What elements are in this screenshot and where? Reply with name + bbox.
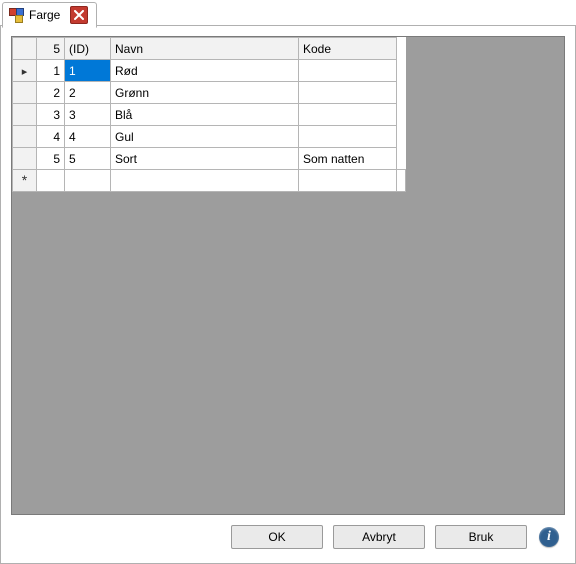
column-header-navn[interactable]: Navn [111,38,299,60]
cell-empty[interactable] [111,170,299,192]
cell-navn[interactable]: Blå [111,104,299,126]
cell-id[interactable]: 5 [65,148,111,170]
row-header-new[interactable] [13,170,37,192]
cell-index[interactable]: 4 [37,126,65,148]
column-header-kode[interactable]: Kode [299,38,397,60]
column-header-count[interactable]: 5 [37,38,65,60]
column-header-id[interactable]: (ID) [65,38,111,60]
cell-id[interactable]: 2 [65,82,111,104]
tab-farge[interactable]: Farge [2,2,97,28]
data-grid[interactable]: 5 (ID) Navn Kode 11Rød22Grønn33Blå44Gul5… [11,36,565,515]
form-icon [9,8,23,22]
info-icon[interactable]: i [539,527,559,547]
table-row[interactable]: 33Blå [13,104,406,126]
cell-id[interactable]: 1 [65,60,111,82]
row-header-corner[interactable] [13,38,37,60]
cell-empty[interactable] [37,170,65,192]
cell-navn[interactable]: Grønn [111,82,299,104]
tab-strip: Farge [0,0,576,26]
cell-index[interactable]: 1 [37,60,65,82]
row-header[interactable] [13,82,37,104]
row-header[interactable] [13,60,37,82]
cell-navn[interactable]: Gul [111,126,299,148]
cell-empty[interactable] [299,170,397,192]
cell-empty[interactable] [65,170,111,192]
header-row: 5 (ID) Navn Kode [13,38,406,60]
data-grid-table[interactable]: 5 (ID) Navn Kode 11Rød22Grønn33Blå44Gul5… [12,37,406,192]
row-header[interactable] [13,126,37,148]
button-bar: OK Avbryt Bruk i [11,515,565,553]
cell-navn[interactable]: Sort [111,148,299,170]
client-area: 5 (ID) Navn Kode 11Rød22Grønn33Blå44Gul5… [0,26,576,564]
row-header[interactable] [13,104,37,126]
table-row[interactable]: 22Grønn [13,82,406,104]
table-row[interactable]: 55SortSom natten [13,148,406,170]
cell-id[interactable]: 3 [65,104,111,126]
cell-index[interactable]: 2 [37,82,65,104]
table-row-new[interactable] [13,170,406,192]
cell-kode[interactable] [299,60,397,82]
row-header[interactable] [13,148,37,170]
cell-index[interactable]: 5 [37,148,65,170]
apply-button[interactable]: Bruk [435,525,527,549]
cell-empty[interactable] [397,170,406,192]
close-icon[interactable] [70,6,88,24]
cancel-button[interactable]: Avbryt [333,525,425,549]
ok-button[interactable]: OK [231,525,323,549]
cell-navn[interactable]: Rød [111,60,299,82]
cell-index[interactable]: 3 [37,104,65,126]
window: Farge 5 (ID) Navn Kode [0,0,576,564]
cell-kode[interactable] [299,82,397,104]
cell-id[interactable]: 4 [65,126,111,148]
tab-title: Farge [29,8,60,22]
cell-kode[interactable]: Som natten [299,148,397,170]
table-row[interactable]: 44Gul [13,126,406,148]
cell-kode[interactable] [299,104,397,126]
cell-kode[interactable] [299,126,397,148]
table-row[interactable]: 11Rød [13,60,406,82]
